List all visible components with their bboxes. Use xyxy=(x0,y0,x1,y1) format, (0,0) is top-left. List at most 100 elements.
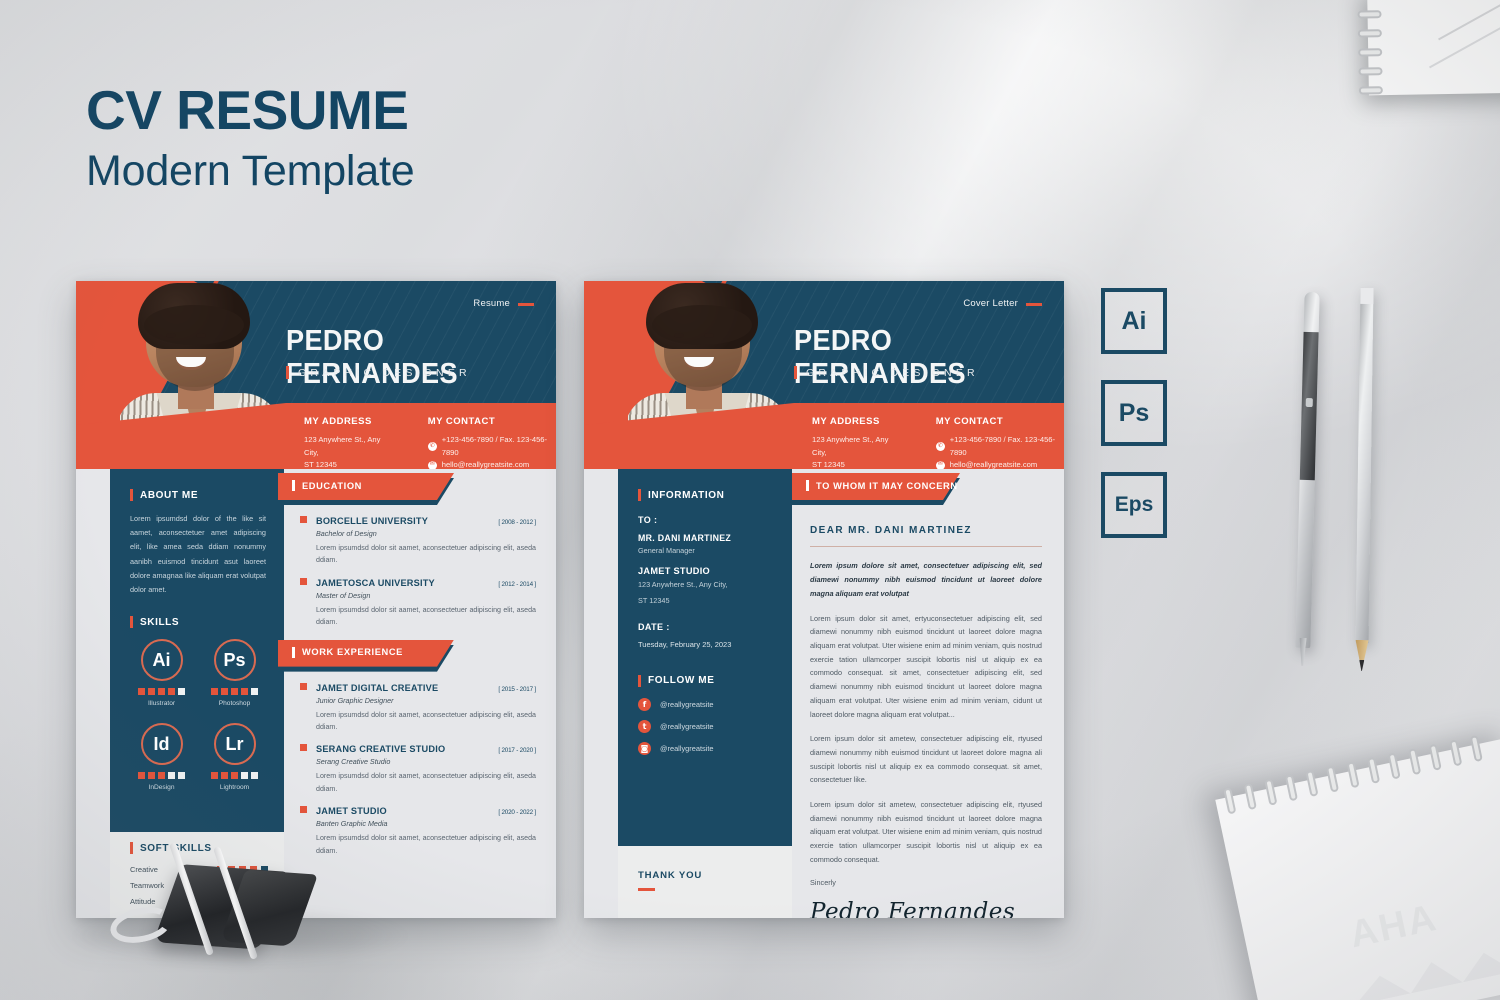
salutation-divider xyxy=(810,546,1042,547)
portrait-eye-right xyxy=(704,333,714,338)
skill-item: Lr Lightroom xyxy=(203,723,266,791)
watermark-text: AHA xyxy=(1346,896,1442,957)
skill-label: Lightroom xyxy=(219,784,250,792)
social-row[interactable]: t @reallygreatsite xyxy=(638,719,776,733)
entry-bullet-square xyxy=(300,806,307,814)
skill-label: InDesign xyxy=(148,784,175,792)
skill-icon-lr: Lr xyxy=(213,723,256,766)
address-line-1: 123 Anywhere St., Any City, xyxy=(304,435,381,457)
address-column: MY ADDRESS 123 Anywhere St., Any City, S… xyxy=(812,416,900,469)
resume-page[interactable]: Resume PEDRO FERNANDES GRAPHIC DESIGNER … xyxy=(76,281,556,918)
skill-label: Illustrator xyxy=(147,700,176,708)
concern-title: TO WHOM IT MAY CONCERN xyxy=(816,480,958,491)
skill-level-dot xyxy=(241,772,248,780)
section-accent-bar xyxy=(130,616,133,629)
skill-level-dot xyxy=(138,688,145,696)
sincerly-text: Sincerly xyxy=(810,877,836,887)
date-label: DATE : xyxy=(638,621,670,632)
cover-doc-label: Cover Letter xyxy=(963,298,1018,309)
thank-you-dash xyxy=(638,888,655,891)
skill-level-dot xyxy=(138,772,145,780)
cover-body: INFORMATION TO : MR. DANI MARTINEZ Gener… xyxy=(584,469,1064,918)
spiral-ring xyxy=(1358,67,1383,76)
spiral-ring xyxy=(1325,765,1340,793)
facebook-icon[interactable]: f xyxy=(638,697,651,711)
portrait-hair xyxy=(138,283,250,349)
cover-role-wrap: GRAPHIC DESIGNER xyxy=(794,366,979,379)
entry-subtitle: Master of Design xyxy=(316,590,371,600)
letter-paragraph: Lorem ipsum dolor sit amet, ertyuconsect… xyxy=(810,613,1042,719)
skill-icon-id: Id xyxy=(140,723,183,766)
spiral-ring xyxy=(1387,752,1401,780)
skill-item: Id InDesign xyxy=(130,723,193,791)
spiral-ring xyxy=(1243,783,1257,811)
headline-subtitle: Modern Template xyxy=(86,147,415,196)
role-accent-bar xyxy=(794,366,797,379)
resume-header: Resume PEDRO FERNANDES GRAPHIC DESIGNER … xyxy=(76,281,556,469)
spiral-ring xyxy=(1305,769,1319,798)
twitter-icon[interactable]: t xyxy=(638,719,651,733)
contact-email-row: ✉ hello@reallygreatsite.com xyxy=(427,459,556,469)
about-me-title: ABOUT ME xyxy=(140,489,199,501)
spiral-ring xyxy=(1408,748,1422,776)
spiral-ring xyxy=(1428,743,1442,771)
phone-icon: ✆ xyxy=(427,442,437,452)
skill-level-dots xyxy=(130,688,193,696)
spiral-ring xyxy=(1346,761,1360,789)
contact-email-row: ✉ hello@reallygreatsite.com xyxy=(935,459,1064,469)
concern-band: TO WHOM IT MAY CONCERN xyxy=(792,473,960,503)
spiral-ring xyxy=(1358,86,1383,95)
work-entries: JAMET DIGITAL CREATIVE [ 2015 - 2017 ] Jun… xyxy=(284,670,556,857)
portrait-eye-left xyxy=(674,333,684,338)
entry-organization: JAMETOSCA UNIVERSITY xyxy=(316,577,435,588)
entry-subtitle: Banten Graphic Media xyxy=(316,819,388,829)
recipient-role: General Manager xyxy=(638,546,695,555)
notebook-spiral xyxy=(1223,734,1483,815)
contact-phone-row: ✆ +123-456-7890 / Fax. 123-456-7890 xyxy=(935,434,1064,459)
thank-you-title: THANK YOU xyxy=(638,870,703,881)
role-accent-bar xyxy=(286,366,289,379)
salutation: DEAR MR. DANI MARTINEZ xyxy=(810,525,972,536)
entry-organization: BORCELLE UNIVERSITY xyxy=(316,516,429,526)
skills-title: SKILLS xyxy=(140,616,180,628)
entry-years: [ 2020 - 2022 ] xyxy=(498,809,536,817)
email-icon: ✉ xyxy=(935,460,945,469)
entry-bullet-square xyxy=(300,682,307,690)
letter-paragraph: Lorem ipsum dolor sit ametew, consectetu… xyxy=(810,734,1042,785)
notebook-bottom-right: AHA xyxy=(1215,734,1500,1000)
entry-organization: SERANG CREATIVE STUDIO xyxy=(316,744,446,755)
skill-level-dot xyxy=(231,688,238,696)
social-row[interactable]: ◙ @reallygreatsite xyxy=(638,741,776,755)
contact-column: MY CONTACT ✆ +123-456-7890 / Fax. 123-45… xyxy=(427,416,556,469)
social-row[interactable]: f @reallygreatsite xyxy=(638,697,776,711)
ballpoint-pen xyxy=(1295,291,1320,648)
pen-tip xyxy=(1299,638,1307,666)
education-title: EDUCATION xyxy=(302,480,362,491)
cover-letter-page[interactable]: Cover Letter PEDRO FERNANDES GRAPHIC DES… xyxy=(584,281,1064,918)
section-accent-bar xyxy=(638,489,641,501)
skill-level-dot xyxy=(231,772,238,780)
contact-phone: +123-456-7890 / Fax. 123-456-7890 xyxy=(441,435,548,457)
instagram-icon[interactable]: ◙ xyxy=(638,741,651,755)
entry-description: Lorem ipsumdsd dolor sit aamet, aconsect… xyxy=(316,772,536,793)
contact-phone: +123-456-7890 / Fax. 123-456-7890 xyxy=(949,435,1056,457)
cover-header: Cover Letter PEDRO FERNANDES GRAPHIC DES… xyxy=(584,281,1064,469)
address-line-1: 123 Anywhere St., Any City, xyxy=(812,435,889,457)
resume-role-wrap: GRAPHIC DESIGNER xyxy=(286,366,471,379)
recipient-address-2: ST 12345 xyxy=(638,595,670,605)
information-title: INFORMATION xyxy=(648,489,725,501)
to-label: TO : xyxy=(638,515,658,525)
about-me-heading: ABOUT ME xyxy=(130,489,266,501)
spiral-ring xyxy=(1469,734,1483,763)
recipient-address-1: 123 Anywhere St., Any City, xyxy=(638,580,728,589)
pen-clip-button xyxy=(1305,397,1313,408)
portrait-eye-right xyxy=(196,333,206,338)
entry-subtitle: Junior Graphic Designer xyxy=(316,695,394,705)
photoshop-format-badge: Ps xyxy=(1101,380,1167,446)
entry-bullet-square xyxy=(300,516,307,523)
follow-me-title: FOLLOW ME xyxy=(648,675,715,687)
follow-me-block: FOLLOW ME f @reallygreatsite t @reallygreat… xyxy=(638,674,776,755)
address-line-2: ST 12345 xyxy=(304,460,337,469)
skill-level-dot xyxy=(148,688,155,696)
recipient-org: JAMET STUDIO xyxy=(638,566,710,576)
